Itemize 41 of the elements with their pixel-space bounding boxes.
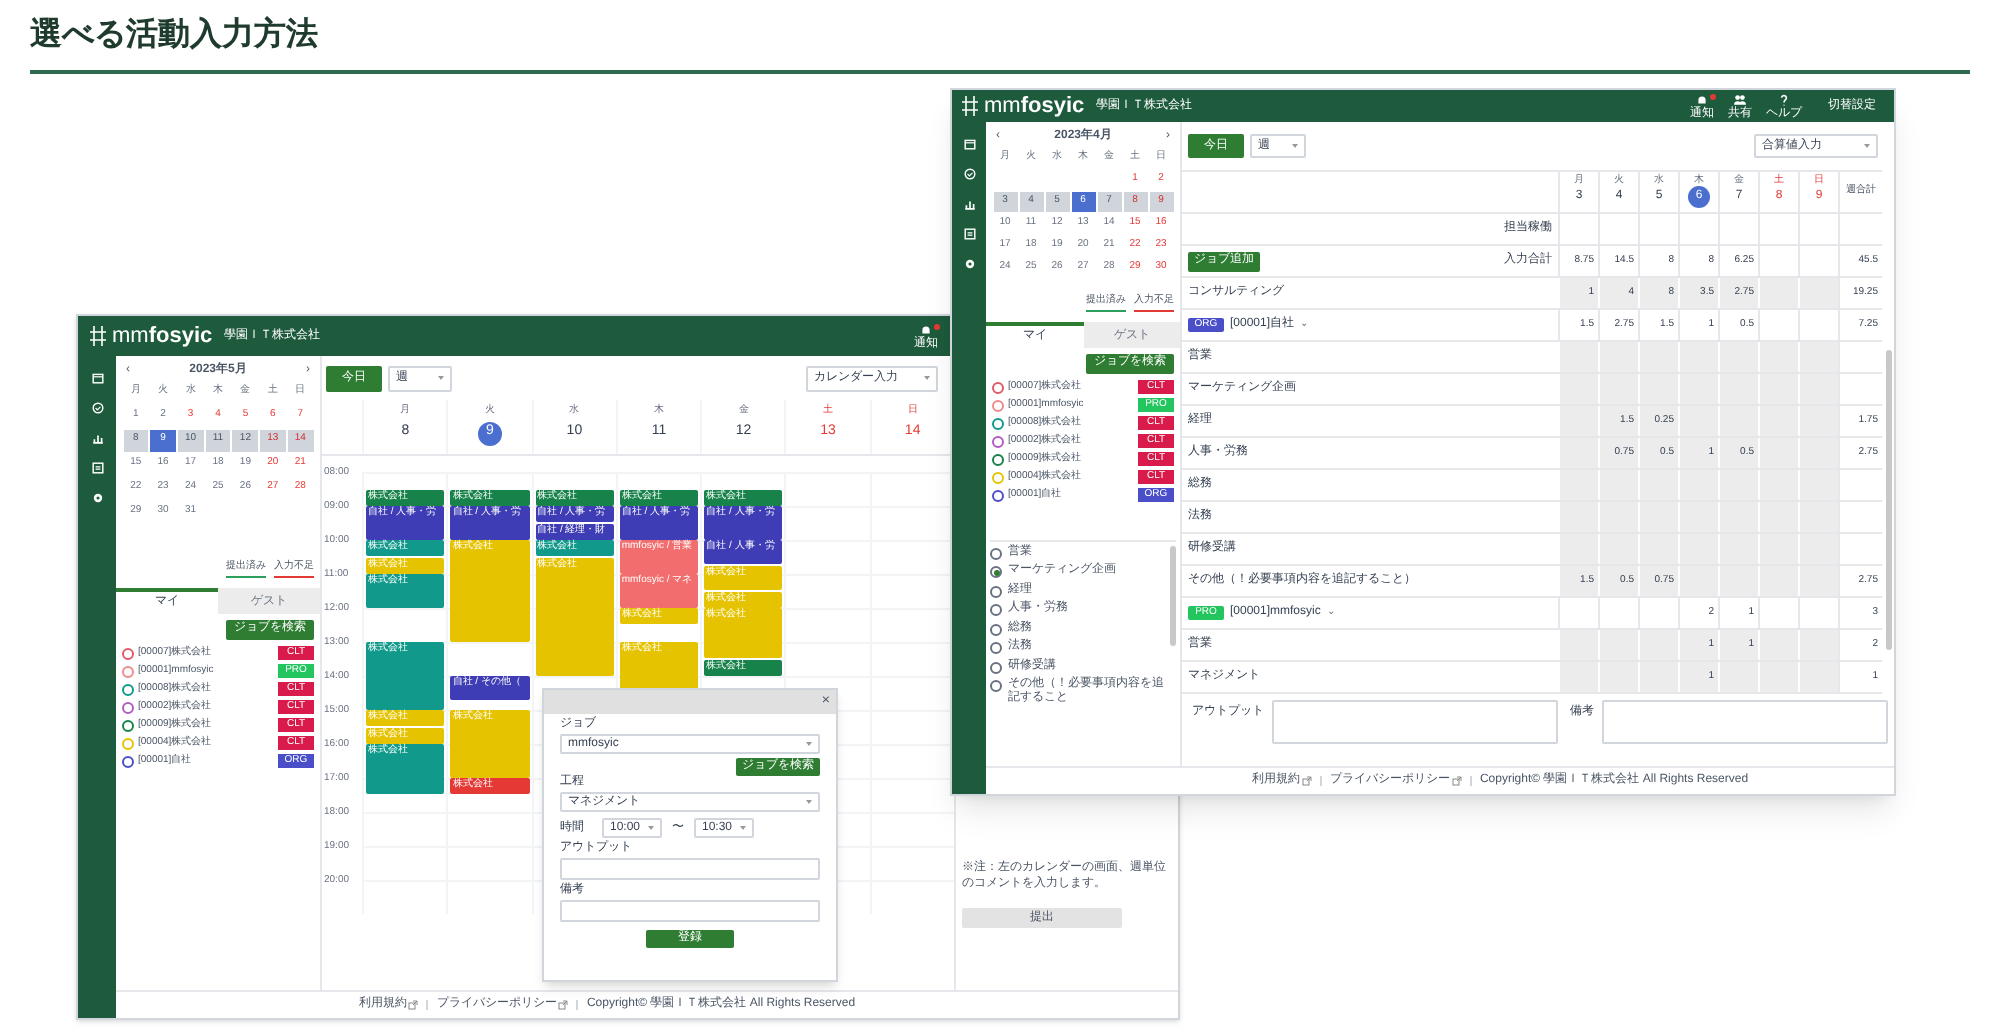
radio-button[interactable] xyxy=(990,604,1002,616)
radio-button[interactable] xyxy=(990,661,1002,673)
scrollbar[interactable] xyxy=(1886,350,1892,650)
check-circle-icon[interactable] xyxy=(963,168,975,180)
radio-button[interactable] xyxy=(990,547,1002,559)
radio-button[interactable] xyxy=(990,585,1002,597)
radio-button[interactable] xyxy=(990,623,1002,635)
external-link-icon xyxy=(558,1000,569,1010)
caret-down-icon xyxy=(1864,144,1870,148)
radio-button[interactable] xyxy=(990,680,1002,692)
caret-down-icon xyxy=(924,376,930,380)
page-heading: 選べる活動入力方法 xyxy=(30,16,318,56)
check-circle-icon[interactable] xyxy=(91,402,103,414)
external-link-icon xyxy=(1451,776,1462,786)
chart-icon[interactable] xyxy=(963,198,975,210)
people-icon xyxy=(1734,93,1746,105)
question-icon xyxy=(1778,93,1790,105)
document-icon[interactable] xyxy=(91,462,103,474)
document-icon[interactable] xyxy=(963,228,975,240)
settings-icon[interactable] xyxy=(963,258,975,270)
caret-down-icon xyxy=(1292,144,1298,148)
calendar-icon[interactable] xyxy=(963,138,975,150)
chart-icon[interactable] xyxy=(91,432,103,444)
settings-icon[interactable] xyxy=(91,492,103,504)
radio-button[interactable] xyxy=(990,642,1002,654)
brand-logo-text: mmfosyic xyxy=(112,325,213,347)
bell-icon xyxy=(920,323,932,335)
brand-logo-text: mmfosyic xyxy=(984,95,1085,117)
caret-down-icon xyxy=(438,376,444,380)
caret-down-icon xyxy=(740,826,746,830)
bell-icon xyxy=(1696,93,1708,105)
caret-down-icon xyxy=(806,800,812,804)
external-link-icon xyxy=(408,1000,419,1010)
caret-down-icon xyxy=(648,826,654,830)
calendar-icon[interactable] xyxy=(91,372,103,384)
external-link-icon xyxy=(1301,776,1312,786)
logo-icon xyxy=(90,326,106,346)
scrollbar[interactable] xyxy=(1170,545,1176,645)
caret-down-icon xyxy=(806,742,812,746)
logo-icon xyxy=(962,96,978,116)
radio-button[interactable] xyxy=(990,566,1002,578)
